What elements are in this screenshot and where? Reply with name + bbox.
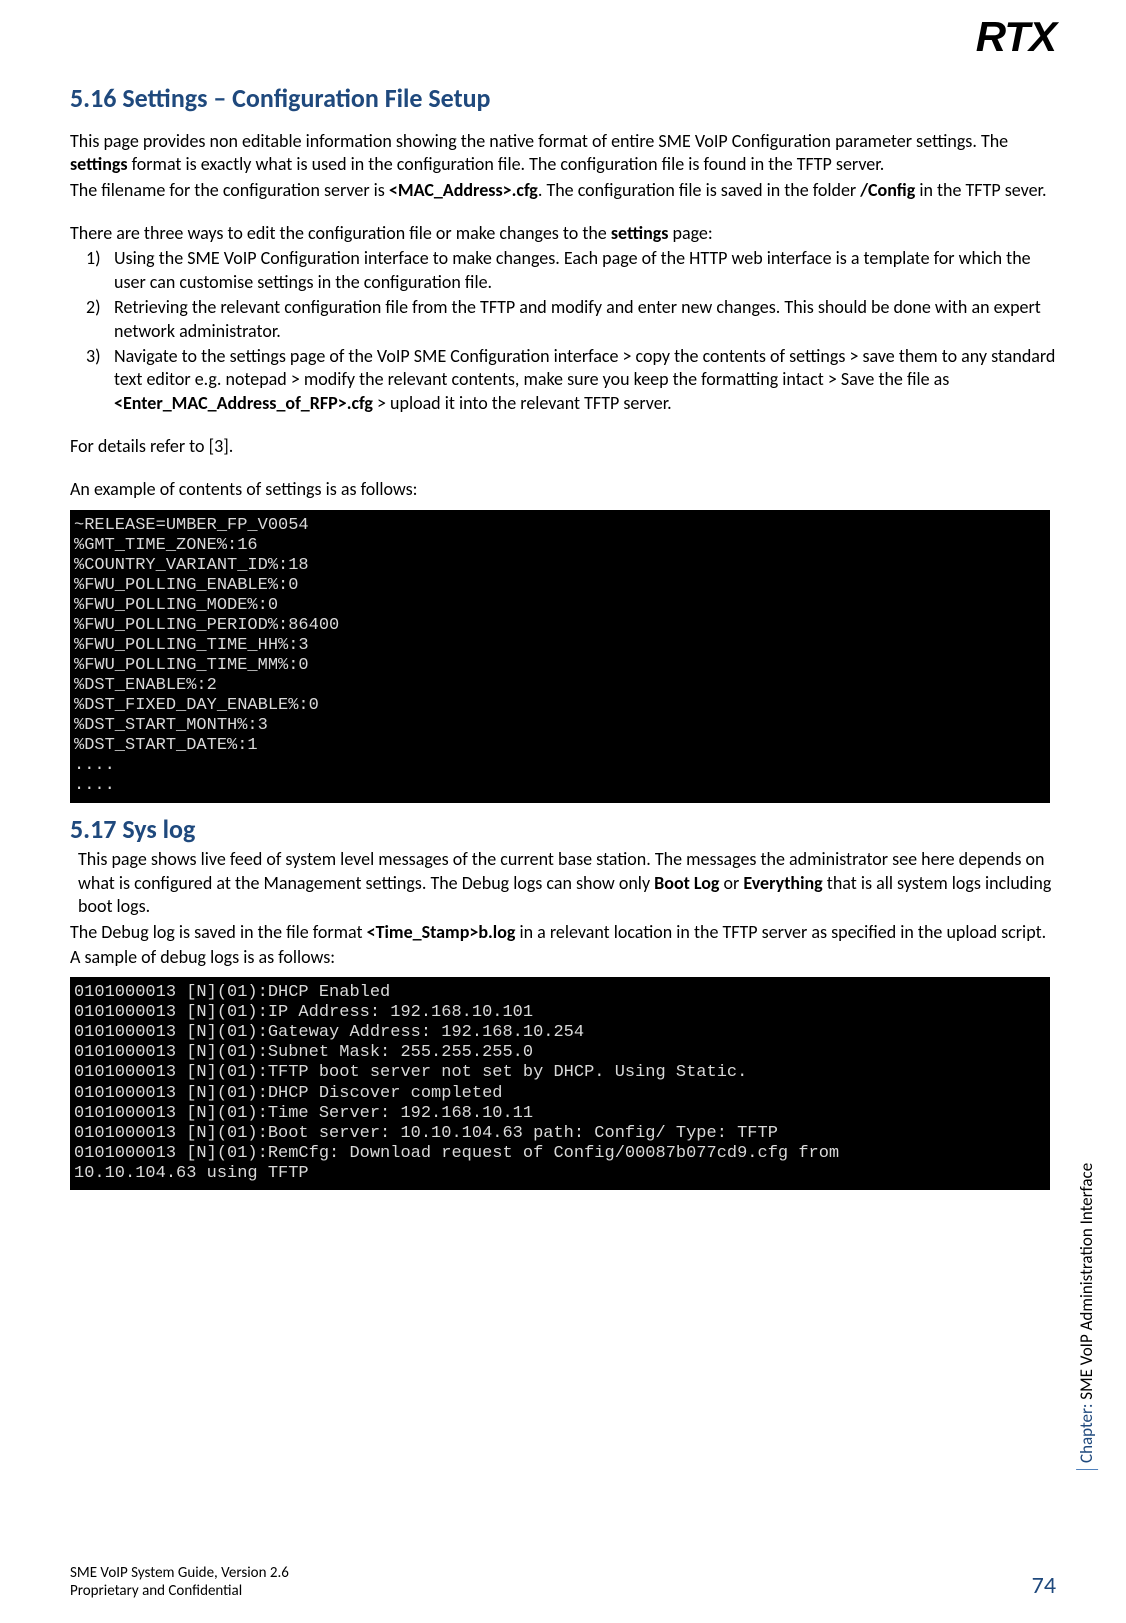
bold-mac-cfg: <MAC_Address>.cfg [389,179,538,201]
code-debug-log: 0101000013 [N](01):DHCP Enabled 01010000… [70,977,1050,1189]
text: in a relevant location in the TFTP serve… [515,921,1046,943]
list-item-2: 2)Retrieving the relevant configuration … [114,296,1056,343]
text: format is exactly what is used in the co… [128,153,885,175]
heading-5-16: 5.16 Settings – Configuration File Setup [70,82,1056,116]
para-intro-1: This page provides non editable informat… [70,130,1056,177]
text: The Debug log is saved in the file forma… [70,921,367,943]
para-syslog-1: This page shows live feed of system leve… [78,848,1056,918]
footer-confidential: Proprietary and Confidential [70,1582,1056,1601]
bold-enter-mac: <Enter_MAC_Address_of_RFP>.cfg [114,392,373,414]
bold-config-folder: /Config [860,179,915,201]
chapter-side-label: Chapter: SME VoIP Administration Interfa… [1076,1140,1098,1470]
list-item-1: 1)Using the SME VoIP Configuration inter… [114,247,1056,294]
bold-settings: settings [70,153,128,175]
bold-bootlog: Boot Log [654,872,719,894]
text: There are three ways to edit the configu… [70,222,611,244]
list-num: 2) [86,296,101,319]
list-num: 3) [86,345,101,368]
list-num: 1) [86,247,101,270]
para-syslog-2: The Debug log is saved in the file forma… [70,921,1056,944]
para-three-ways: There are three ways to edit the configu… [70,222,1056,245]
text: The filename for the configuration serve… [70,179,389,201]
para-refer: For details refer to [3]. [70,435,1056,458]
text: or [719,872,743,894]
text: . The configuration file is saved in the… [538,179,860,201]
text: This page provides non editable informat… [70,130,1008,152]
footer-left: SME VoIP System Guide, Version 2.6 Propr… [70,1564,1056,1602]
bold-everything: Everything [743,872,822,894]
list-item-3: 3)Navigate to the settings page of the V… [114,345,1056,415]
para-sample-label: A sample of debug logs is as follows: [70,946,1056,969]
page-number: 74 [1032,1570,1056,1601]
para-intro-2: The filename for the configuration serve… [70,179,1056,202]
code-settings-example: ~RELEASE=UMBER_FP_V0054 %GMT_TIME_ZONE%:… [70,510,1050,803]
rtx-logo: RTX [976,10,1056,65]
text: Using the SME VoIP Configuration interfa… [114,247,1031,292]
heading-5-17: 5.17 Sys log [70,813,1056,847]
bold-time-stamp: <Time_Stamp>b.log [367,921,516,943]
text: in the TFTP sever. [915,179,1046,201]
numbered-list: 1) Using the SME VoIP Configuration inter… [70,247,1056,415]
footer-guide: SME VoIP System Guide, Version 2.6 [70,1564,1056,1583]
text: > upload it into the relevant TFTP serve… [373,392,672,414]
chapter-name: SME VoIP Administration Interface [1076,1163,1097,1404]
text: Navigate to the settings page of the VoI… [114,345,1055,390]
page-footer: SME VoIP System Guide, Version 2.6 Propr… [70,1564,1056,1602]
bold-settings-2: settings [611,222,669,244]
text: page: [668,222,712,244]
text: Retrieving the relevant configuration fi… [114,296,1041,341]
para-example-label: An example of contents of settings is as… [70,478,1056,501]
chapter-prefix: Chapter: [1076,1404,1097,1463]
